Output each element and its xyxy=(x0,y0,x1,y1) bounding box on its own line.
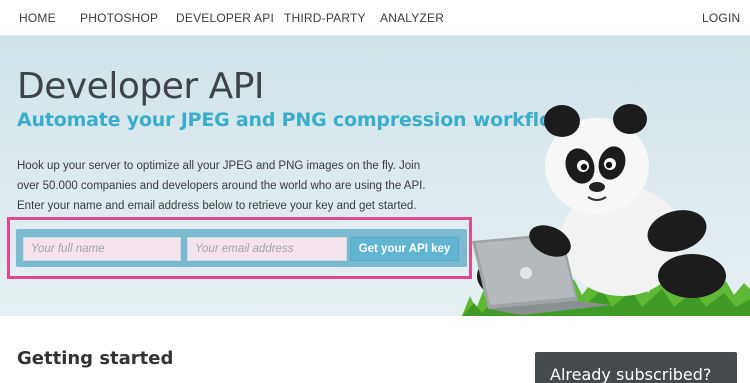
get-api-key-button[interactable]: Get your API key xyxy=(350,237,459,261)
full-name-input[interactable] xyxy=(23,237,181,261)
already-subscribed-label: Already subscribed? xyxy=(550,365,712,383)
already-subscribed-box[interactable]: Already subscribed? xyxy=(535,352,737,383)
page-title: Developer API xyxy=(17,66,265,107)
nav-third-party-link[interactable]: THIRD-PARTY xyxy=(284,11,366,25)
panda-with-laptop-icon xyxy=(462,104,750,316)
api-key-form: Get your API key xyxy=(16,229,467,267)
nav-analyzer-link[interactable]: ANALYZER xyxy=(380,11,444,25)
hero-description-line: Hook up your server to optimize all your… xyxy=(17,160,421,172)
nav-login-link[interactable]: LOGIN xyxy=(702,11,740,25)
hero-description-line: Enter your name and email address below … xyxy=(17,200,417,212)
hero-section: Developer API Automate your JPEG and PNG… xyxy=(0,36,750,316)
top-navigation: HOME PHOTOSHOP DEVELOPER API THIRD-PARTY… xyxy=(0,0,750,36)
email-input[interactable] xyxy=(187,237,347,261)
nav-developer-api-link[interactable]: DEVELOPER API xyxy=(176,11,274,25)
getting-started-heading: Getting started xyxy=(17,348,174,369)
nav-home-link[interactable]: HOME xyxy=(19,11,56,25)
nav-photoshop-link[interactable]: PHOTOSHOP xyxy=(80,11,158,25)
hero-description: Hook up your server to optimize all your… xyxy=(17,156,437,216)
hero-description-line: over 50.000 companies and developers aro… xyxy=(17,180,426,192)
